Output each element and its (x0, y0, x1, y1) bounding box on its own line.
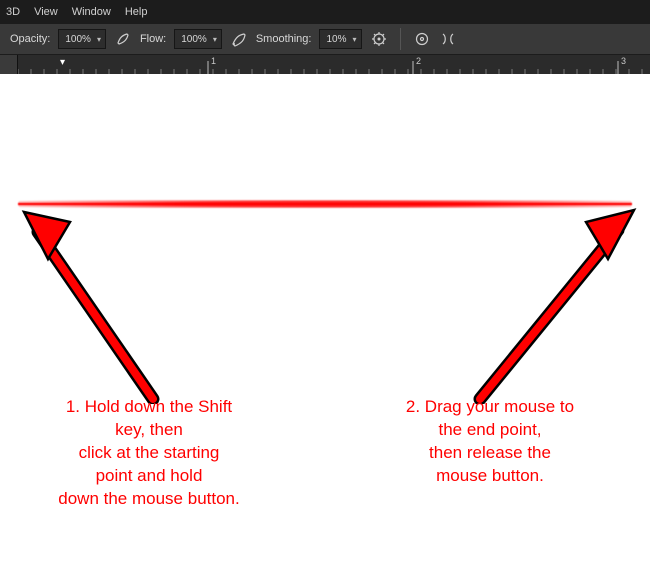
menu-view[interactable]: View (34, 6, 58, 18)
ruler-ticks (18, 55, 650, 75)
symmetry-icon[interactable] (439, 30, 457, 48)
chevron-down-icon: ▾ (353, 35, 357, 44)
instruction-step-2: 2. Drag your mouse to the end point, the… (360, 396, 620, 488)
pressure-opacity-icon[interactable] (114, 30, 132, 48)
ruler-marker: ▾ (60, 57, 65, 68)
opacity-dropdown[interactable]: 100% ▾ (58, 29, 106, 49)
ruler-row: ▾ 1 2 3 (0, 54, 650, 74)
ruler-tick-label: 1 (211, 56, 216, 66)
flow-dropdown[interactable]: 100% ▾ (174, 29, 222, 49)
horizontal-ruler[interactable]: ▾ 1 2 3 (18, 55, 650, 75)
menubar: 3D View Window Help (0, 0, 650, 24)
opacity-label: Opacity: (10, 33, 50, 45)
options-bar: Opacity: 100% ▾ Flow: 100% ▾ Smoothing: … (0, 24, 650, 54)
menu-help[interactable]: Help (125, 6, 148, 18)
arrow-right (450, 204, 640, 404)
flow-value: 100% (181, 34, 207, 45)
canvas[interactable]: 1. Hold down the Shift key, then click a… (0, 74, 650, 568)
drawn-line (18, 200, 632, 208)
ruler-tick-label: 2 (416, 56, 421, 66)
menu-window[interactable]: Window (72, 6, 111, 18)
separator (400, 28, 401, 50)
chevron-down-icon: ▾ (97, 35, 101, 44)
chevron-down-icon: ▾ (213, 35, 217, 44)
smoothing-gear-icon[interactable] (370, 30, 388, 48)
smoothing-label: Smoothing: (256, 33, 312, 45)
ruler-tick-label: 3 (621, 56, 626, 66)
airbrush-icon[interactable] (230, 30, 248, 48)
pressure-size-icon[interactable] (413, 30, 431, 48)
smoothing-value: 10% (326, 34, 346, 45)
flow-label: Flow: (140, 33, 166, 45)
arrow-left (18, 204, 188, 404)
ruler-corner (0, 55, 18, 75)
menu-3d[interactable]: 3D (6, 6, 20, 18)
opacity-value: 100% (65, 34, 91, 45)
smoothing-dropdown[interactable]: 10% ▾ (319, 29, 361, 49)
instruction-step-1: 1. Hold down the Shift key, then click a… (4, 396, 294, 511)
